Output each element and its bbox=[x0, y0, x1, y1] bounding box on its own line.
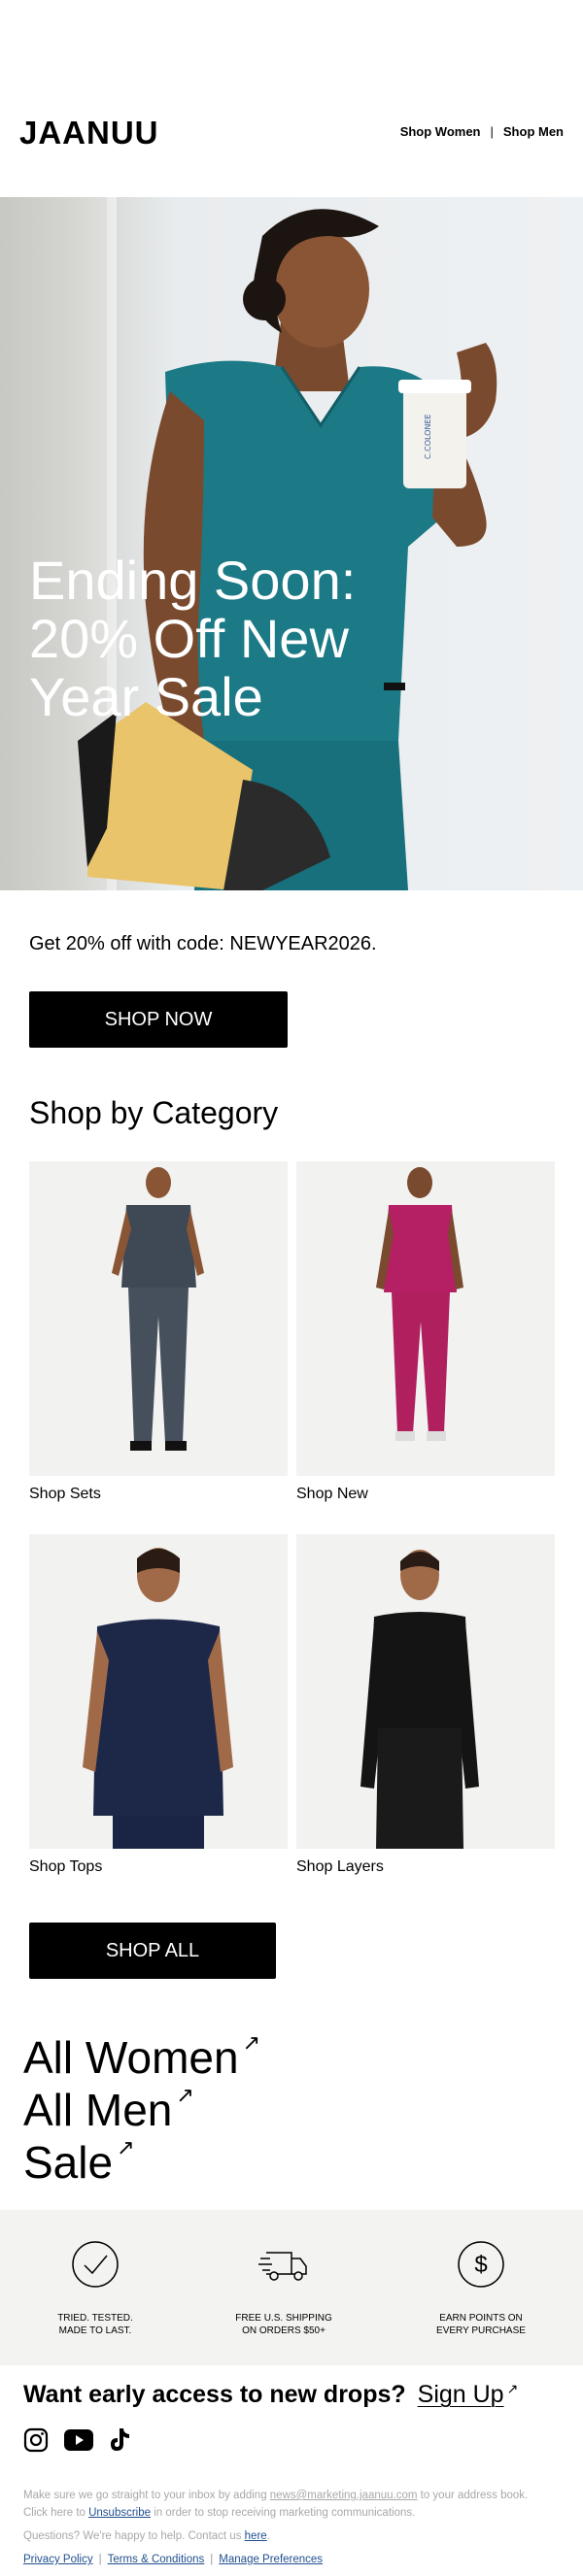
footer-links: Privacy Policy | Terms & Conditions | Ma… bbox=[23, 2554, 324, 2565]
nav-shop-men[interactable]: Shop Men bbox=[503, 124, 564, 139]
early-access-signup: Want early access to new drops? Sign Up … bbox=[23, 2381, 518, 2409]
category-image-layers[interactable] bbox=[296, 1534, 555, 1849]
scrub-top bbox=[93, 1619, 223, 1816]
terms-link[interactable]: Terms & Conditions bbox=[108, 2554, 205, 2565]
arrow-up-right-icon: ↗ bbox=[506, 2381, 519, 2396]
coffee-cup bbox=[403, 382, 466, 488]
category-label[interactable]: Shop Layers bbox=[296, 1858, 555, 1876]
hero-banner[interactable]: C.COLONEE Ending Soon: 20% Off New Year … bbox=[0, 197, 583, 890]
contact-us-link[interactable]: here bbox=[245, 2530, 267, 2542]
nav-shop-women[interactable]: Shop Women bbox=[400, 124, 481, 139]
cup-label: C.COLONEE bbox=[424, 414, 432, 459]
promo-code-text: Get 20% off with code: NEWYEAR2026. bbox=[29, 933, 377, 954]
top-nav: Shop Women | Shop Men bbox=[400, 124, 564, 139]
category-label[interactable]: Shop Tops bbox=[29, 1858, 288, 1876]
category-card-sets[interactable]: Shop Sets bbox=[29, 1161, 288, 1503]
instagram-icon[interactable] bbox=[23, 2427, 49, 2453]
category-card-new[interactable]: Shop New bbox=[296, 1161, 555, 1503]
scrub-top bbox=[121, 1205, 196, 1288]
scrub-top bbox=[384, 1205, 457, 1292]
category-image-new[interactable] bbox=[296, 1161, 555, 1476]
arrow-up-right-icon: ↗ bbox=[117, 2135, 135, 2159]
shop-now-button[interactable]: SHOP NOW bbox=[29, 991, 288, 1048]
hero-title: Ending Soon: 20% Off New Year Sale bbox=[29, 550, 357, 727]
jaanuu-logo[interactable]: JAANUU bbox=[19, 115, 159, 151]
early-access-text: Want early access to new drops? bbox=[23, 2381, 406, 2408]
delivery-truck-icon bbox=[258, 2252, 307, 2281]
tiktok-icon[interactable] bbox=[109, 2427, 130, 2453]
link-all-women[interactable]: All Women ↗ bbox=[23, 2031, 260, 2084]
category-image-sets[interactable] bbox=[29, 1161, 288, 1476]
category-card-tops[interactable]: Shop Tops bbox=[29, 1534, 288, 1876]
youtube-icon[interactable] bbox=[64, 2429, 93, 2451]
header: JAANUU Shop Women | Shop Men bbox=[0, 115, 583, 153]
checkmark-circle-icon bbox=[72, 2241, 119, 2288]
category-image-tops[interactable] bbox=[29, 1534, 288, 1849]
privacy-policy-link[interactable]: Privacy Policy bbox=[23, 2554, 93, 2565]
hero-model-illustration: C.COLONEE bbox=[78, 209, 497, 890]
nav-separator: | bbox=[490, 124, 494, 139]
dollar-circle-icon: $ bbox=[458, 2241, 504, 2288]
email-page: { "header": { "logo": "JAANUU", "nav": [… bbox=[0, 0, 583, 2576]
link-sale[interactable]: Sale ↗ bbox=[23, 2136, 260, 2189]
category-card-layers[interactable]: Shop Layers bbox=[296, 1534, 555, 1876]
sign-up-link[interactable]: Sign Up bbox=[418, 2381, 504, 2409]
fine-print: Make sure we go straight to your inbox b… bbox=[23, 2490, 529, 2542]
benefit-shipping: FREE U.S. SHIPPING ON ORDERS $50+ bbox=[206, 2210, 361, 2337]
social-links bbox=[23, 2427, 130, 2453]
benefit-quality: TRIED. TESTED. MADE TO LAST. bbox=[17, 2210, 173, 2337]
category-label[interactable]: Shop New bbox=[296, 1486, 555, 1503]
category-label[interactable]: Shop Sets bbox=[29, 1486, 288, 1503]
sender-email-link[interactable]: news@marketing.jaanuu.com bbox=[270, 2490, 418, 2501]
link-all-men[interactable]: All Men ↗ bbox=[23, 2084, 260, 2136]
benefits-bar: TRIED. TESTED. MADE TO LAST. FREE U.S. SH… bbox=[0, 2210, 583, 2365]
manage-preferences-link[interactable]: Manage Preferences bbox=[219, 2554, 323, 2565]
big-links: All Women ↗ All Men ↗ Sale ↗ bbox=[23, 2031, 260, 2189]
benefit-points: $ EARN POINTS ON EVERY PURCHASE bbox=[403, 2210, 559, 2337]
svg-text:$: $ bbox=[474, 2252, 487, 2278]
shop-all-button[interactable]: SHOP ALL bbox=[29, 1923, 276, 1979]
arrow-up-right-icon: ↗ bbox=[176, 2083, 194, 2107]
arrow-up-right-icon: ↗ bbox=[242, 2030, 260, 2055]
category-section-title: Shop by Category bbox=[29, 1095, 279, 1130]
unsubscribe-link[interactable]: Unsubscribe bbox=[88, 2507, 151, 2519]
